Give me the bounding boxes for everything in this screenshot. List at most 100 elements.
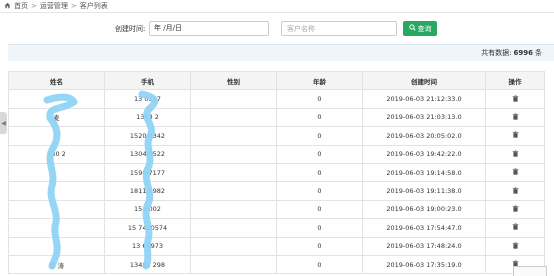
cell-age: 0 — [276, 236, 363, 256]
cell-gender — [190, 181, 277, 201]
cell-age: 0 — [276, 107, 363, 128]
trash-icon[interactable] — [512, 223, 519, 232]
trash-icon[interactable] — [512, 94, 519, 104]
cell-phone: 1590 7177 — [104, 162, 191, 183]
table-row: 15 7430574 0 2019-06-03 17:54:47.0 — [8, 218, 545, 238]
trash-icon[interactable] — [512, 242, 519, 251]
cell-created-time: 2019-06-03 21:03:13.0 — [362, 107, 486, 128]
cell-name — [8, 181, 105, 201]
cell-phone: 1304 0522 — [104, 144, 191, 164]
total-count-value: 6996 — [513, 49, 533, 57]
created-date-input[interactable]: 年 /月/日 — [149, 21, 269, 36]
customer-name-input[interactable] — [281, 21, 397, 36]
created-time-label: 创建时间: — [115, 25, 146, 33]
trash-icon[interactable] — [512, 186, 519, 196]
cell-gender — [190, 144, 277, 164]
cell-name — [8, 199, 105, 220]
cell-created-time: 2019-06-03 19:11:38.0 — [362, 181, 486, 201]
total-count-prefix: 共有数据: — [481, 49, 512, 57]
cell-gender — [190, 236, 277, 256]
cell-name — [8, 236, 105, 256]
trash-icon[interactable] — [512, 168, 519, 177]
trash-icon[interactable] — [512, 131, 519, 140]
breadcrumb-separator: > — [31, 2, 37, 10]
cell-created-time: 2019-06-03 17:35:19.0 — [362, 254, 486, 275]
table-header-row: 姓名 手机 性别 年龄 创建时间 操作 — [8, 70, 545, 91]
breadcrumb-section[interactable]: 运营管理 — [40, 1, 68, 11]
cell-created-time: 2019-06-03 19:42:22.0 — [362, 144, 486, 164]
cell-gender — [190, 199, 277, 220]
cell-age: 0 — [276, 199, 363, 220]
home-icon[interactable] — [4, 2, 11, 11]
cell-actions — [485, 107, 545, 128]
table-row: 1811 1982 0 2019-06-03 19:11:38.0 — [8, 181, 545, 201]
cell-name: 130 2 — [8, 144, 105, 164]
table-row: 1590 7177 0 2019-06-03 19:14:58.0 — [8, 162, 545, 183]
cell-phone: 1520 8342 — [104, 126, 191, 146]
cell-created-time: 2019-06-03 21:12:33.0 — [362, 89, 486, 109]
trash-icon[interactable] — [512, 113, 519, 122]
table-row: 麦 1318 2 0 2019-06-03 21:03:13.0 — [8, 107, 545, 128]
cell-age: 0 — [276, 126, 363, 146]
table-row: 李 涛 13481 298 0 2019-06-03 17:35:19.0 — [8, 254, 545, 275]
column-header-age[interactable]: 年龄 — [276, 70, 363, 91]
trash-icon[interactable] — [512, 150, 519, 159]
customer-table: 姓名 手机 性别 年龄 创建时间 操作 13 0527 0 2019-06-03 2… — [8, 70, 545, 275]
cell-phone: 15 6002 — [104, 199, 191, 220]
header-divider — [0, 12, 554, 13]
column-header-name[interactable]: 姓名 — [8, 70, 105, 91]
cell-age: 0 — [276, 162, 363, 183]
cell-created-time: 2019-06-03 17:54:47.0 — [362, 218, 486, 238]
total-count-suffix: 条 — [535, 49, 542, 57]
cell-created-time: 2019-06-03 19:00:23.0 — [362, 199, 486, 220]
breadcrumb-home[interactable]: 首页 — [14, 1, 28, 11]
cell-actions — [485, 218, 545, 238]
cell-gender — [190, 126, 277, 146]
total-count-bar: 共有数据: 6996 条 — [8, 44, 554, 61]
cell-gender — [190, 89, 277, 109]
cell-created-time: 2019-06-03 17:48:24.0 — [362, 236, 486, 256]
table-row: 13 0527 0 2019-06-03 21:12:33.0 — [8, 89, 545, 109]
sidebar-collapse-handle[interactable]: ◀ — [0, 112, 7, 134]
cell-age: 0 — [276, 218, 363, 238]
cell-actions — [485, 89, 545, 109]
cell-phone: 15 7430574 — [104, 218, 191, 238]
cell-gender — [190, 162, 277, 183]
table-row: 130 2 1304 0522 0 2019-06-03 19:42:22.0 — [8, 144, 545, 164]
cell-phone: 13 66973 — [104, 236, 191, 256]
cell-name: 李 涛 — [8, 254, 105, 275]
cell-gender — [190, 218, 277, 238]
cell-age: 0 — [276, 181, 363, 201]
cell-actions — [485, 126, 545, 146]
filter-bar: 创建时间: 年 /月/日 查询 — [0, 21, 554, 36]
cell-phone: 1811 1982 — [104, 181, 191, 201]
search-button-label: 查询 — [417, 24, 432, 33]
cell-phone: 13481 298 — [104, 254, 191, 275]
cell-gender — [190, 107, 277, 128]
cell-gender — [190, 254, 277, 275]
pagination-button[interactable] — [513, 266, 547, 276]
cell-age: 0 — [276, 254, 363, 275]
cell-name: 麦 — [8, 107, 105, 128]
column-header-actions: 操作 — [485, 70, 545, 91]
cell-actions — [485, 181, 545, 201]
cell-actions — [485, 199, 545, 220]
column-header-gender[interactable]: 性别 — [190, 70, 277, 91]
table-row: 13 66973 0 2019-06-03 17:48:24.0 — [8, 236, 545, 256]
cell-actions — [485, 236, 545, 256]
cell-name — [8, 126, 105, 146]
search-button[interactable]: 查询 — [403, 21, 437, 36]
cell-age: 0 — [276, 89, 363, 109]
cell-actions — [485, 144, 545, 164]
search-icon — [408, 24, 416, 33]
column-header-phone[interactable]: 手机 — [104, 70, 191, 91]
cell-phone: 13 0527 — [104, 89, 191, 109]
trash-icon[interactable] — [512, 205, 519, 214]
column-header-created-time[interactable]: 创建时间 — [362, 70, 486, 91]
cell-name — [8, 89, 105, 109]
cell-phone: 1318 2 — [104, 107, 191, 128]
breadcrumb: 首页 > 运营管理 > 客户列表 — [4, 0, 108, 12]
cell-age: 0 — [276, 144, 363, 164]
chevron-left-icon: ◀ — [1, 119, 6, 127]
table-row: 1520 8342 0 2019-06-03 20:05:02.0 — [8, 126, 545, 146]
